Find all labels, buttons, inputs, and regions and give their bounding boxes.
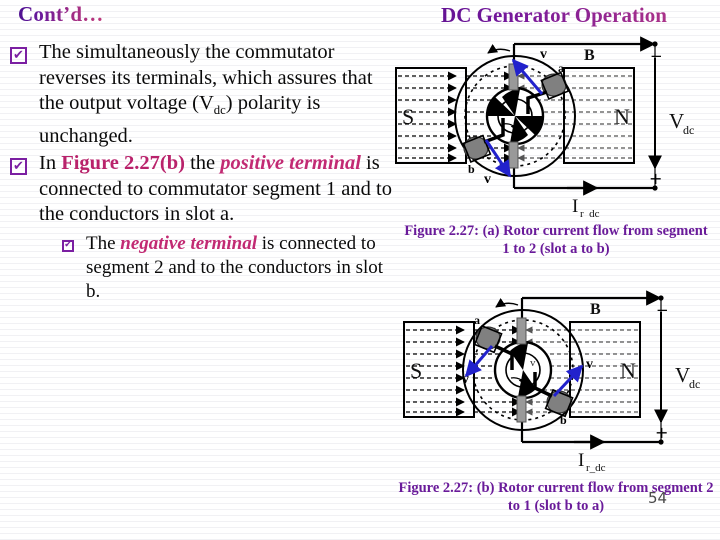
positive-terminal-emphasis: positive terminal <box>220 152 361 175</box>
vdc-sub-label: dc <box>689 377 700 391</box>
page-number: 54 <box>648 489 668 507</box>
dc-generator-diagram-b: − + V dc I r_dc S N B a b v v v <box>392 284 718 476</box>
checked-box-icon-small: ✔ <box>62 239 74 252</box>
vdc-sub-label: dc <box>683 123 694 137</box>
bullet-text-1: The simultaneously the commutator revers… <box>39 41 373 147</box>
bullet-list: ✔ The simultaneously the commutator reve… <box>10 40 395 306</box>
bullet-text-2: In Figure 2.27(b) the positive terminal … <box>39 152 392 226</box>
slot-a-label: a <box>474 313 480 327</box>
flux-density-label: B <box>590 301 601 318</box>
slot-b-label: b <box>560 413 567 427</box>
rotor-current-label: I <box>578 450 584 471</box>
velocity-label-left: v <box>462 372 469 387</box>
slot-a-label: a <box>558 61 564 75</box>
list-item: ✔ The simultaneously the commutator reve… <box>10 40 395 149</box>
south-pole-label: S <box>410 358 422 383</box>
checked-box-icon: ✔ <box>10 158 27 176</box>
vdc-label: V <box>669 109 684 133</box>
flux-density-label: B <box>584 47 595 64</box>
south-pole-label: S <box>402 104 414 129</box>
slide-canvas: Cont’d… DC Generator Operation ✔ The sim… <box>0 0 720 540</box>
velocity-label-right: v <box>586 357 593 372</box>
list-item-sub: ✔ The negative terminal is connected to … <box>10 232 395 304</box>
velocity-label-top: v <box>540 47 547 62</box>
list-item: ✔ In Figure 2.27(b) the positive termina… <box>10 151 395 228</box>
north-pole-label: N <box>620 358 636 383</box>
vdc-label: V <box>675 363 690 387</box>
terminal-negative-label: − <box>650 47 663 65</box>
negative-terminal-emphasis: negative terminal <box>120 232 257 254</box>
continued-title: Cont’d… <box>18 2 104 26</box>
page-title: DC Generator Operation <box>404 3 704 28</box>
figure-a-caption: Figure 2.27: (a) Rotor current flow from… <box>404 223 708 257</box>
terminal-negative-label: − <box>656 301 669 319</box>
north-pole-label: N <box>614 104 630 129</box>
rotor-current-sub-label: r_dc <box>580 208 600 218</box>
velocity-label-bottom: v <box>484 172 491 187</box>
slot-b-label: b <box>468 162 475 176</box>
rotor-current-sub-label: r_dc <box>586 462 606 474</box>
checked-box-icon: ✔ <box>10 47 27 64</box>
vdc-subscript: dc <box>213 103 226 118</box>
terminal-positive-label: + <box>655 423 668 442</box>
rotor-current-label: I <box>572 196 578 217</box>
figure-reference: Figure 2.27(b) <box>61 152 185 175</box>
bullet-text-3: The negative terminal is connected to se… <box>86 232 384 302</box>
dc-generator-diagram-a: − + V dc I r_dc S N B a b v v <box>392 36 718 218</box>
terminal-positive-label: + <box>649 169 662 188</box>
rotation-label: v <box>530 357 536 369</box>
